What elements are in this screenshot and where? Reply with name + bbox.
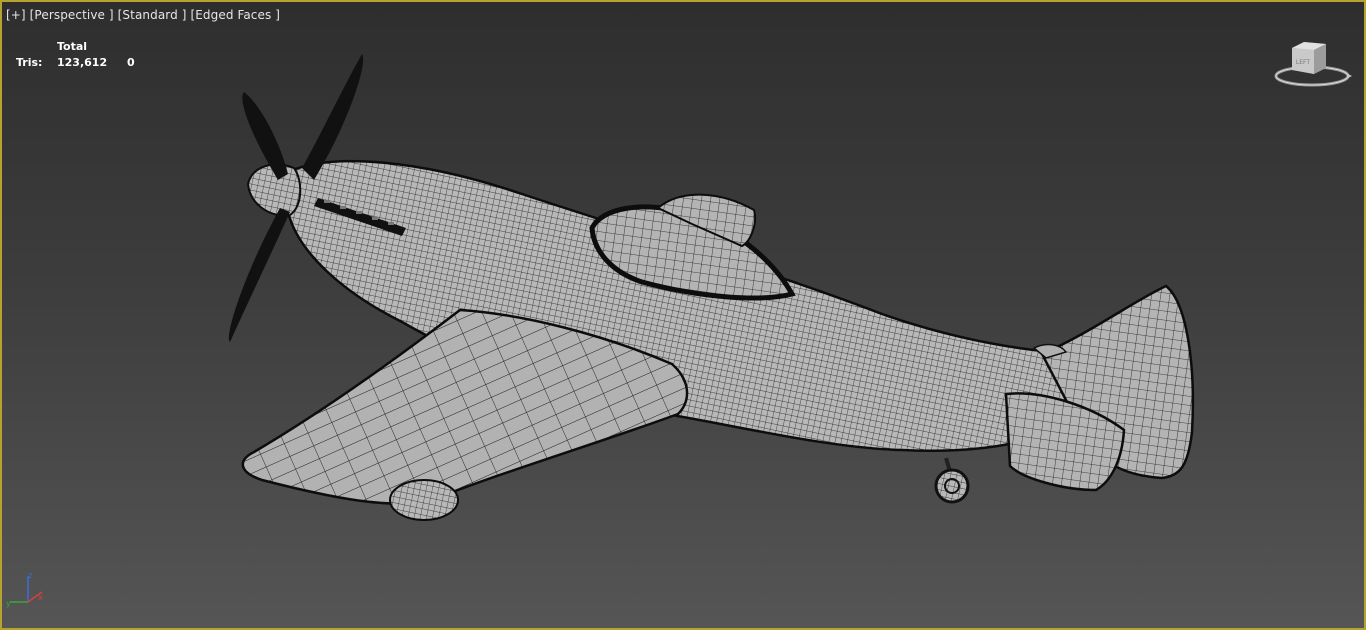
svg-text:z: z (28, 572, 32, 580)
perspective-viewport[interactable]: [+] [Perspective ] [Standard ] [Edged Fa… (0, 0, 1366, 630)
svg-text:y: y (6, 599, 11, 608)
tail-wheel (934, 457, 970, 504)
airplane-wireframe-model[interactable] (2, 2, 1364, 628)
svg-text:x: x (38, 593, 43, 602)
axis-tripod-icon: z x y (6, 572, 43, 608)
